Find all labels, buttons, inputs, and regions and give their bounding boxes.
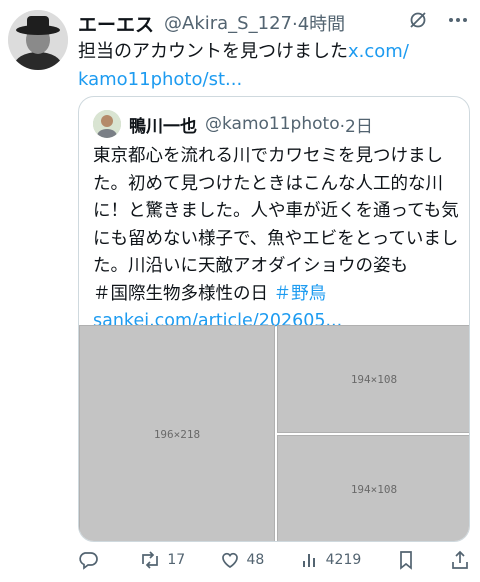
quoted-avatar[interactable]: [93, 110, 121, 138]
like-button[interactable]: 48: [220, 550, 264, 570]
post-link-part1[interactable]: x.com/: [348, 41, 409, 62]
media-grid: 196×218 194×108 194×108: [79, 325, 469, 541]
like-count: 48: [246, 552, 265, 568]
author-avatar[interactable]: [8, 10, 68, 70]
photo-bottom-right[interactable]: 194×108: [277, 435, 469, 541]
author-name[interactable]: エーエス: [78, 10, 154, 37]
views-icon: [300, 550, 320, 570]
repost-count: 17: [167, 552, 186, 568]
views-count: 4219: [325, 552, 362, 568]
share-button[interactable]: [450, 550, 470, 570]
quoted-body: 東京都心を流れる川でカワセミを見つけました。初めて見つけたときはこんな人工的な川…: [93, 146, 459, 276]
hashtag-biodiversity[interactable]: ＃国際生物多様性の日: [93, 284, 268, 304]
repost-button[interactable]: 17: [139, 550, 185, 570]
views-button[interactable]: 4219: [300, 550, 362, 570]
photo-main[interactable]: 196×218: [79, 325, 275, 541]
post-time[interactable]: ·4時間: [292, 10, 345, 36]
post-body: 担当のアカウントを見つけました: [78, 41, 348, 62]
post-header: エーエス @Akira_S_127 ·4時間: [78, 10, 468, 36]
photo-top-right[interactable]: 194×108: [277, 325, 469, 433]
quoted-text: 東京都心を流れる川でカワセミを見つけました。初めて見つけたときはこんな人工的な川…: [93, 143, 459, 336]
post-link-part2[interactable]: kamo11photo/st...: [78, 69, 242, 90]
reply-button[interactable]: [78, 550, 104, 570]
grok-icon[interactable]: [408, 10, 428, 34]
quoted-author-handle[interactable]: @kamo11photo: [205, 114, 340, 134]
bookmark-button[interactable]: [397, 550, 415, 570]
quoted-author-name[interactable]: 鴨川一也: [129, 112, 197, 137]
more-icon[interactable]: [448, 10, 468, 34]
quoted-header: 鴨川一也 @kamo11photo ·2日: [93, 110, 373, 138]
post-text: 担当のアカウントを見つけましたx.com/ kamo11photo/st...: [78, 38, 418, 94]
action-bar: 17 48 4219: [78, 546, 470, 574]
reply-icon: [78, 550, 98, 570]
quoted-post[interactable]: 鴨川一也 @kamo11photo ·2日 東京都心を流れる川でカワセミを見つけ…: [78, 96, 470, 542]
repost-icon: [139, 550, 161, 570]
heart-icon: [220, 550, 240, 570]
hashtag-wild-birds[interactable]: ＃野鳥: [274, 284, 327, 304]
bookmark-icon: [397, 550, 415, 570]
quoted-time[interactable]: ·2日: [340, 112, 373, 137]
share-icon: [450, 550, 470, 570]
author-handle[interactable]: @Akira_S_127: [164, 13, 292, 34]
